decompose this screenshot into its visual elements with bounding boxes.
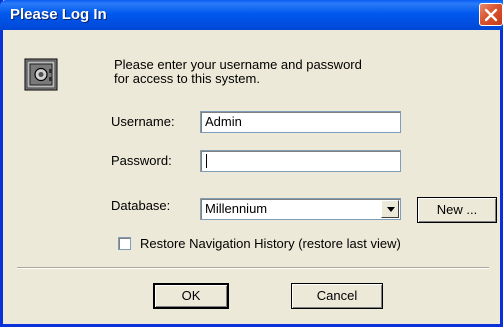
database-selected-value: Millennium [205,201,268,216]
new-database-button[interactable]: New ... [417,197,497,223]
password-field[interactable] [200,150,401,172]
instructions-line-1: Please enter your username and password [114,57,362,72]
instructions-line-2: for access to this system. [114,71,260,86]
database-select[interactable]: Millennium [200,198,401,220]
username-label: Username: [111,114,175,129]
restore-history-label: Restore Navigation History (restore last… [140,236,401,251]
close-icon [484,8,498,22]
username-field[interactable]: Admin [200,111,401,133]
instructions-text: Please enter your username and password … [114,58,362,86]
password-label: Password: [111,153,172,168]
database-label: Database: [111,198,171,213]
cancel-button[interactable]: Cancel [291,283,383,309]
title-bar[interactable]: Please Log In [0,0,503,30]
login-dialog: Please Log In Please enter your username… [0,0,503,327]
dialog-title: Please Log In [10,6,107,23]
chevron-down-icon[interactable] [381,200,399,218]
separator [17,267,489,269]
safe-icon [24,58,58,91]
username-value: Admin [205,114,242,129]
text-cursor [206,154,207,168]
restore-history-checkbox[interactable] [118,237,131,250]
close-button[interactable] [479,3,503,26]
ok-button[interactable]: OK [153,283,229,309]
